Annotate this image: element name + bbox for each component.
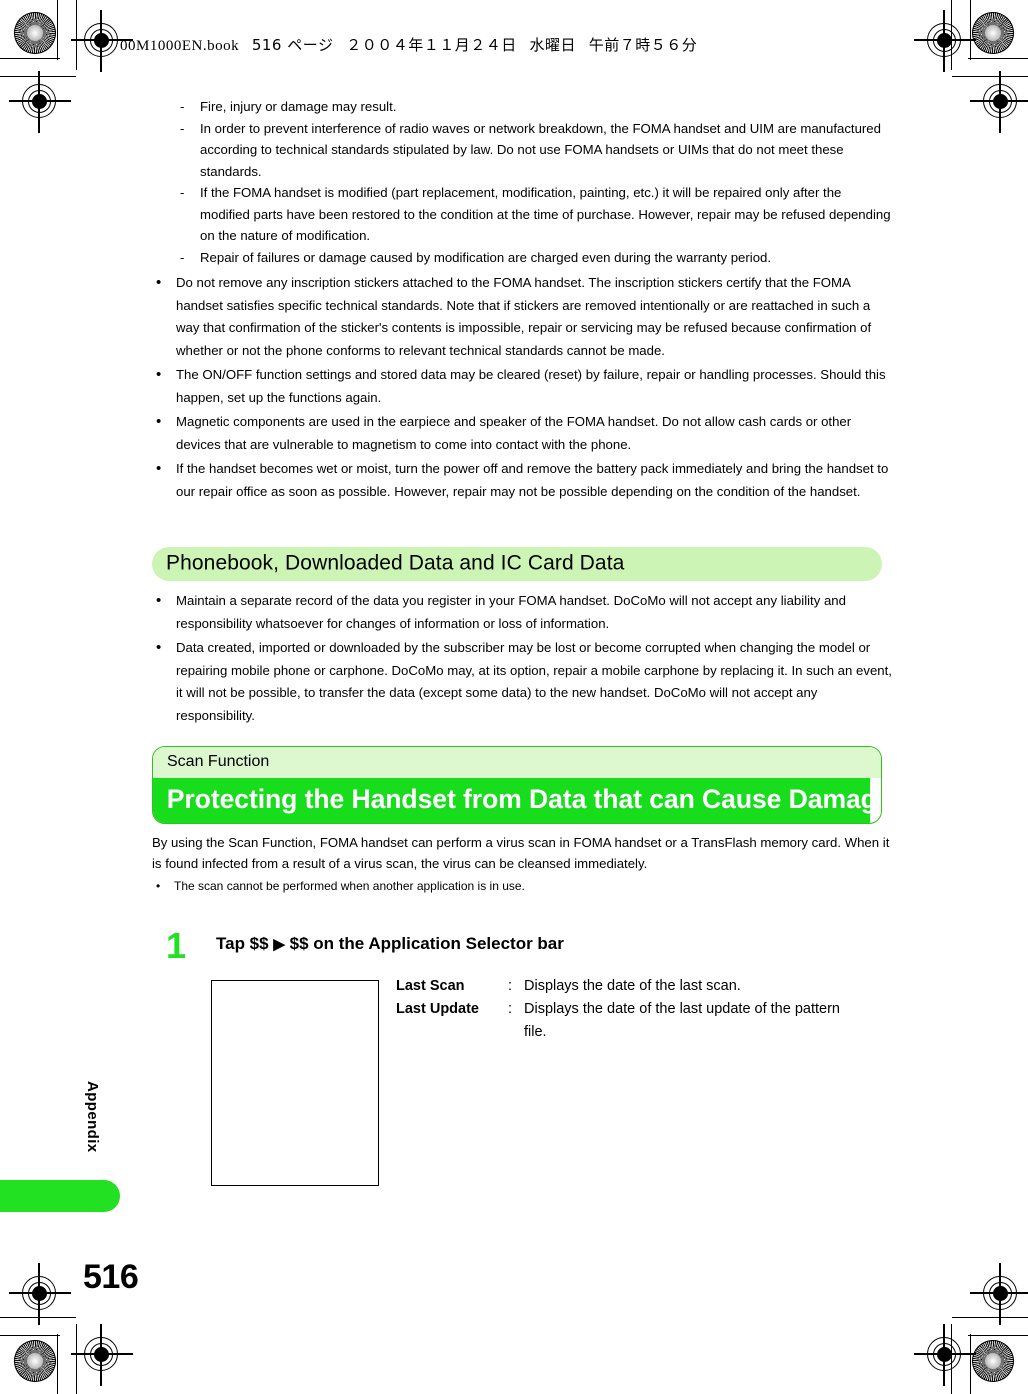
top-dash-list: - Fire, injury or damage may result. - In …	[152, 96, 892, 268]
list-item-text: If the handset becomes wet or moist, tur…	[176, 461, 889, 499]
trim-line-bl-v1	[57, 1334, 59, 1394]
chapter-kicker: Scan Function	[153, 747, 881, 778]
trim-line-br-h2	[952, 1317, 1028, 1319]
registration-mark-left-bottom	[9, 1263, 71, 1325]
section-banner-phonebook: Phonebook, Downloaded Data and IC Card D…	[152, 547, 882, 581]
section-bullets-container: • Maintain a separate record of the data …	[152, 588, 892, 727]
top-bullet-list: • Do not remove any inscription stickers …	[152, 272, 892, 503]
bullet-marker: •	[156, 366, 162, 383]
dash-marker: -	[180, 120, 185, 136]
registration-mark-right-bottom	[970, 1263, 1028, 1325]
bullet-marker: •	[156, 639, 162, 656]
dash-marker: -	[180, 249, 185, 265]
sidebar-tab-marker	[0, 1180, 120, 1212]
definition-row: Last Update : Displays the date of the l…	[396, 998, 866, 1044]
definition-term: Last Scan	[396, 978, 465, 994]
list-item: • Maintain a separate record of the data …	[152, 590, 892, 635]
definition-list: Last Scan : Displays the date of the las…	[396, 975, 866, 1044]
list-item: - Repair of failures or damage caused by …	[176, 247, 892, 269]
step-number: 1	[166, 925, 187, 966]
list-item: • Do not remove any inscription stickers …	[152, 272, 892, 362]
definition-description: Displays the date of the last update of …	[524, 1001, 840, 1040]
list-item: - If the FOMA handset is modified (part r…	[176, 182, 892, 247]
definition-description: Displays the date of the last scan.	[524, 978, 741, 994]
file-header-time: 午前７時５６分	[588, 36, 698, 54]
trim-line-br-h1	[968, 1335, 1028, 1337]
list-item-text: Do not remove any inscription stickers a…	[176, 275, 872, 358]
registration-mark-bottom-left	[71, 1324, 133, 1386]
section-bullet-list: • Maintain a separate record of the data …	[152, 590, 892, 727]
bullet-marker: •	[156, 413, 162, 430]
bullet-marker: •	[156, 879, 161, 893]
page-number: 516	[83, 1258, 139, 1296]
dash-marker: -	[180, 99, 185, 114]
registration-mark-top-right	[914, 10, 976, 72]
chapter-title-block: Scan Function Protecting the Handset fro…	[152, 746, 882, 824]
intro-note-list: • The scan cannot be performed when anoth…	[152, 877, 892, 896]
list-item: • Data created, imported or downloaded by…	[152, 637, 892, 727]
step-instruction: Tap $$ ▶ $$ on the Application Selector …	[216, 932, 892, 957]
step-text-after: $$ on the Application Selector bar	[289, 934, 564, 953]
bullet-marker: •	[156, 460, 162, 477]
intro-paragraph: By using the Scan Function, FOMA handset…	[152, 835, 890, 871]
trim-line-tl-h1	[0, 58, 60, 60]
list-item-text: Maintain a separate record of the data y…	[176, 593, 846, 631]
definition-row: Last Scan : Displays the date of the las…	[396, 975, 866, 998]
list-item-text: The scan cannot be performed when anothe…	[174, 879, 525, 893]
bullet-marker: •	[156, 274, 162, 291]
rosette-mark-bottom-left	[14, 1340, 56, 1382]
definition-separator: :	[508, 978, 513, 994]
bullet-marker: •	[156, 592, 162, 609]
trim-line-tr-h1	[968, 58, 1028, 60]
trim-line-tr-h2	[952, 76, 1028, 78]
trim-line-br-v1	[970, 1334, 972, 1394]
list-item: • If the handset becomes wet or moist, tu…	[152, 458, 892, 503]
intro-container: By using the Scan Function, FOMA handset…	[152, 832, 892, 896]
figure-placeholder	[211, 980, 379, 1186]
file-header-page-label: 516 ページ	[251, 36, 334, 54]
file-header-date: ２００４年１１月２４日	[346, 36, 517, 54]
definition-separator: :	[508, 1001, 513, 1017]
step-1: 1 Tap $$ ▶ $$ on the Application Selecto…	[152, 928, 892, 964]
registration-mark-left-top	[9, 71, 71, 133]
dash-marker: -	[180, 185, 185, 200]
file-header-weekday: 水曜日	[529, 36, 576, 54]
list-item-text: If the FOMA handset is modified (part re…	[200, 185, 891, 243]
rosette-mark-top-left	[14, 12, 56, 54]
list-item: • Magnetic components are used in the ear…	[152, 411, 892, 456]
list-item: - Fire, injury or damage may result.	[176, 96, 892, 118]
list-item-text: Data created, imported or downloaded by …	[176, 640, 892, 723]
trim-line-bl-v2	[76, 1324, 78, 1394]
registration-mark-top-left	[71, 10, 133, 72]
trim-line-tl-v1	[57, 0, 59, 60]
sidebar-tab-label: Appendix	[84, 1081, 101, 1153]
trim-line-bl-h1	[0, 1335, 60, 1337]
chapter-title: Protecting the Handset from Data that ca…	[153, 778, 881, 823]
list-item-text: Fire, injury or damage may result.	[200, 99, 397, 114]
list-item-text: In order to prevent interference of radi…	[200, 120, 881, 179]
file-header-filename: 00M1000EN.book	[120, 38, 240, 54]
rosette-mark-top-right	[972, 12, 1014, 54]
list-item-text: Repair of failures or damage caused by m…	[200, 249, 772, 265]
right-triangle-icon: ▶	[273, 936, 285, 953]
definition-term: Last Update	[396, 1001, 479, 1017]
trim-line-tl-v2	[76, 0, 78, 70]
list-item-text: Magnetic components are used in the earp…	[176, 414, 852, 452]
main-content: - Fire, injury or damage may result. - In …	[152, 96, 892, 503]
trim-line-tr-v1	[970, 0, 972, 60]
step-text-before: Tap $$	[216, 934, 269, 953]
section-banner-label: Phonebook, Downloaded Data and IC Card D…	[166, 551, 625, 575]
rosette-mark-bottom-right	[972, 1340, 1014, 1382]
list-item-text: The ON/OFF function settings and stored …	[176, 367, 886, 405]
list-item: • The ON/OFF function settings and stored…	[152, 364, 892, 409]
file-header: 00M1000EN.book 516 ページ ２００４年１１月２４日 水曜日 午…	[120, 34, 697, 55]
list-item: - In order to prevent interference of rad…	[176, 118, 892, 183]
list-item: • The scan cannot be performed when anoth…	[152, 877, 892, 896]
registration-mark-bottom-right	[914, 1324, 976, 1386]
registration-mark-right-top	[970, 71, 1028, 133]
